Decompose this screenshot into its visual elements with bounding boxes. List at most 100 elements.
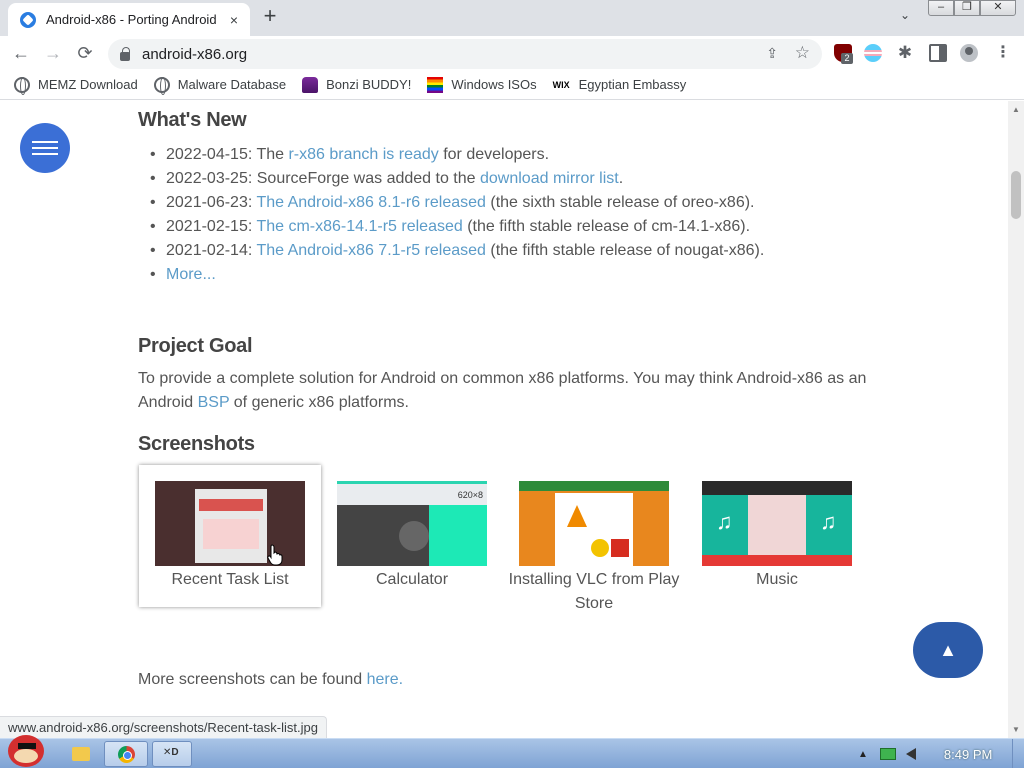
- more-news-link[interactable]: More...: [166, 266, 216, 283]
- news-text: (the fifth stable release of nougat-x86)…: [485, 242, 765, 259]
- back-button[interactable]: ←: [10, 42, 32, 64]
- hamburger-menu-button[interactable]: [20, 123, 70, 173]
- address-bar[interactable]: android-x86.org ⇪ ☆: [108, 39, 822, 69]
- forward-button[interactable]: →: [42, 42, 64, 64]
- news-link[interactable]: r-x86 branch is ready: [288, 146, 438, 163]
- bookmark-malware-database[interactable]: Malware Database: [153, 76, 286, 95]
- show-desktop-button[interactable]: [1012, 739, 1024, 768]
- screenshot-caption[interactable]: Music: [686, 568, 868, 592]
- news-text: (the sixth stable release of oreo-x86).: [485, 194, 755, 211]
- bonzi-icon: [302, 76, 319, 93]
- window-minimize-button[interactable]: –: [928, 0, 954, 16]
- side-panel-icon[interactable]: [929, 44, 947, 62]
- reload-button[interactable]: ⟳: [74, 42, 96, 64]
- news-item: More...: [150, 263, 950, 287]
- angry-bird-icon: [8, 735, 44, 767]
- screenshot-caption[interactable]: Installing VLC from Play Store: [503, 568, 685, 616]
- bookmark-label: Bonzi BUDDY!: [326, 77, 412, 92]
- app-icon: ✕D: [163, 747, 179, 758]
- hand-pointer-cursor-icon: [267, 544, 283, 566]
- screenshot-caption[interactable]: Recent Task List: [139, 568, 321, 592]
- share-icon[interactable]: ⇪: [766, 45, 778, 62]
- browser-menu-icon[interactable]: ⋮: [994, 44, 1012, 62]
- bookmark-label: MEMZ Download: [38, 77, 138, 92]
- task-card: [195, 489, 267, 563]
- screenshots-heading: Screenshots: [138, 433, 255, 455]
- scroll-down-arrow-icon[interactable]: ▼: [1012, 725, 1020, 734]
- window-maximize-button[interactable]: ❐: [954, 0, 980, 16]
- more-screenshots-label: More screenshots can be found: [138, 671, 367, 688]
- taskbar-file-explorer[interactable]: [64, 741, 98, 767]
- screenshot-thumbnail[interactable]: 620×8: [337, 481, 487, 566]
- news-text: for developers.: [438, 146, 550, 163]
- screenshot-installing-vlc[interactable]: Installing VLC from Play Store: [503, 465, 685, 616]
- scroll-up-arrow-icon[interactable]: ▲: [1012, 105, 1020, 114]
- taskbar: ✕D ▲ 8:49 PM: [0, 735, 1024, 768]
- music-note-icon: ♫: [820, 509, 837, 534]
- bsp-link[interactable]: BSP: [198, 394, 230, 411]
- network-icon[interactable]: [879, 748, 896, 760]
- screenshot-recent-task-list[interactable]: Recent Task List: [139, 465, 321, 607]
- news-text: (the fifth stable release of cm-14.1-x86…: [462, 218, 751, 235]
- news-text: .: [618, 170, 624, 187]
- app-icon: [591, 539, 609, 557]
- scrollbar-thumb[interactable]: [1011, 171, 1021, 219]
- page-viewport: What's New 2022-04-15: The r-x86 branch …: [0, 101, 1008, 738]
- goal-text-part: of generic x86 platforms.: [229, 394, 409, 411]
- screenshot-caption[interactable]: Calculator: [321, 568, 503, 592]
- tab-strip: Android-x86 - Porting Android × + ⌄ – ❐ …: [0, 0, 1024, 36]
- bookmarks-bar: MEMZ Download Malware Database Bonzi BUD…: [0, 70, 1024, 100]
- profile-avatar-icon[interactable]: [960, 44, 978, 62]
- taskbar-chrome[interactable]: [104, 741, 148, 767]
- news-date: 2021-02-14:: [166, 242, 253, 259]
- news-link[interactable]: download mirror list: [480, 170, 619, 187]
- news-link[interactable]: The Android-x86 7.1-r5 released: [256, 242, 485, 259]
- extensions-puzzle-icon[interactable]: ✱: [896, 44, 914, 62]
- screenshot-thumbnail[interactable]: [519, 481, 669, 566]
- project-goal-text: To provide a complete solution for Andro…: [138, 367, 898, 415]
- calc-display-value: 620×8: [457, 490, 483, 500]
- extension-badge: 2: [841, 53, 853, 64]
- screenshot-calculator[interactable]: 620×8 Calculator: [321, 465, 503, 592]
- tab-close-icon[interactable]: ×: [226, 12, 242, 28]
- browser-tab[interactable]: Android-x86 - Porting Android ×: [8, 3, 250, 36]
- menu-line: [32, 147, 58, 149]
- news-link[interactable]: The cm-x86-14.1-r5 released: [256, 218, 462, 235]
- screenshot-thumbnail[interactable]: ♫ ♫: [702, 481, 852, 566]
- bookmark-bonzi-buddy[interactable]: Bonzi BUDDY!: [302, 76, 412, 93]
- vlc-cone-icon: [567, 505, 587, 527]
- news-date: 2022-04-15:: [166, 146, 253, 163]
- album-art: [748, 495, 806, 555]
- globe-icon: [14, 76, 30, 95]
- bookmark-egyptian-embassy[interactable]: WIX Egyptian Embassy: [553, 77, 687, 93]
- bookmark-memz-download[interactable]: MEMZ Download: [14, 76, 138, 95]
- start-button[interactable]: [2, 731, 50, 768]
- news-date: 2021-06-23:: [166, 194, 253, 211]
- scroll-to-top-button[interactable]: ▲: [913, 622, 983, 678]
- news-text: SourceForge was added to the: [252, 170, 480, 187]
- bookmark-windows-isos[interactable]: Windows ISOs: [427, 76, 537, 93]
- tab-search-icon[interactable]: ⌄: [896, 8, 914, 26]
- bookmark-label: Egyptian Embassy: [578, 77, 687, 92]
- news-link[interactable]: The Android-x86 8.1-r6 released: [256, 194, 485, 211]
- pride-flag-extension-icon[interactable]: [864, 44, 882, 62]
- news-date: 2022-03-25:: [166, 170, 253, 187]
- more-screenshots-link[interactable]: here.: [367, 671, 403, 688]
- ublock-extension-icon[interactable]: 2: [834, 44, 853, 64]
- volume-icon[interactable]: [905, 748, 916, 760]
- screenshot-music[interactable]: ♫ ♫ Music: [686, 465, 868, 592]
- news-list: 2022-04-15: The r-x86 branch is ready fo…: [150, 143, 950, 287]
- window-close-button[interactable]: ✕: [980, 0, 1016, 16]
- address-url[interactable]: android-x86.org: [142, 46, 247, 63]
- app-icon: [611, 539, 629, 557]
- page-scrollbar[interactable]: ▲ ▼: [1008, 101, 1024, 738]
- folder-icon: [72, 747, 90, 761]
- taskbar-clock[interactable]: 8:49 PM: [944, 747, 992, 762]
- bookmark-star-icon[interactable]: ☆: [795, 43, 810, 63]
- tab-title: Android-x86 - Porting Android: [46, 12, 217, 27]
- lock-icon[interactable]: [120, 46, 130, 61]
- tray-expand-icon[interactable]: ▲: [858, 749, 868, 760]
- taskbar-app[interactable]: ✕D: [152, 741, 192, 767]
- new-tab-button[interactable]: +: [259, 5, 281, 28]
- rainbow-flag-icon: [427, 76, 444, 93]
